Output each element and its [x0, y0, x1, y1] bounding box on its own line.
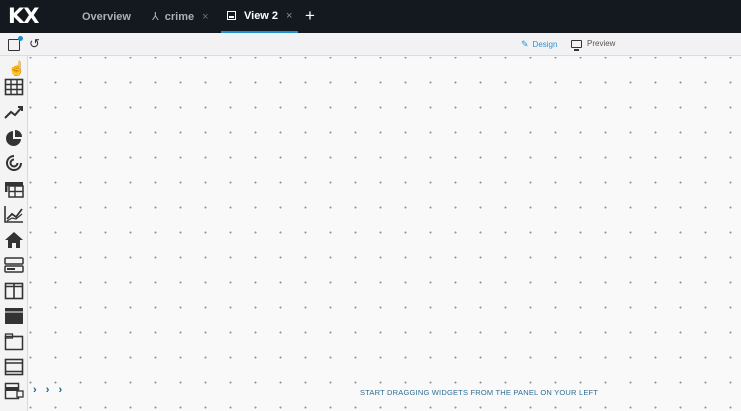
widgets-panel: ☝ — [0, 56, 28, 411]
undo-icon[interactable]: ↺ — [29, 36, 40, 52]
tab-label: View 2 — [244, 9, 279, 22]
header-block-icon[interactable] — [4, 307, 24, 325]
tab-label: Overview — [82, 10, 131, 23]
canvas-hint-text: START DRAGGING WIDGETS FROM THE PANEL ON… — [360, 388, 599, 397]
close-icon[interactable]: × — [286, 10, 292, 22]
hand-cursor-icon: ☝ — [8, 60, 26, 76]
form-icon[interactable] — [4, 256, 24, 274]
tab-view-2[interactable]: View 2 × — [221, 0, 298, 33]
design-label: Design — [532, 40, 558, 49]
table-icon[interactable] — [4, 78, 24, 96]
save-icon[interactable] — [8, 36, 23, 51]
area-chart-icon[interactable] — [4, 205, 24, 223]
preview-label: Preview — [587, 39, 616, 48]
pivot-table-icon[interactable] — [4, 180, 24, 198]
home-icon[interactable] — [4, 231, 24, 249]
close-icon[interactable]: × — [202, 11, 208, 23]
top-bar: KX Overview ⅄ crime × View 2 × + — [0, 0, 741, 33]
tab-overview[interactable]: Overview — [82, 0, 131, 33]
tabs-icon[interactable] — [4, 333, 24, 351]
tab-crime[interactable]: ⅄ crime × — [152, 0, 209, 33]
radial-icon[interactable] — [4, 154, 24, 172]
layout-frame-icon[interactable] — [4, 358, 24, 376]
branch-icon: ⅄ — [152, 11, 159, 23]
add-tab-button[interactable]: + — [305, 7, 315, 24]
line-chart-icon[interactable] — [4, 103, 24, 121]
design-canvas[interactable] — [29, 57, 741, 411]
monitor-icon — [571, 39, 582, 51]
form-stack-icon[interactable] — [4, 382, 24, 400]
edit-icon: ✎ — [521, 39, 529, 49]
pie-chart-icon[interactable] — [4, 129, 24, 147]
expand-chevrons-icon[interactable]: › › › — [33, 384, 65, 396]
preview-mode-button[interactable]: Preview — [571, 39, 616, 51]
columns-layout-icon[interactable] — [4, 282, 24, 300]
sheet-icon — [227, 11, 236, 20]
design-mode-button[interactable]: ✎ Design — [521, 39, 557, 50]
tab-label: crime — [164, 10, 195, 23]
kx-logo: KX — [8, 4, 39, 28]
toolbar: ↺ ✎ Design Preview — [0, 33, 741, 56]
